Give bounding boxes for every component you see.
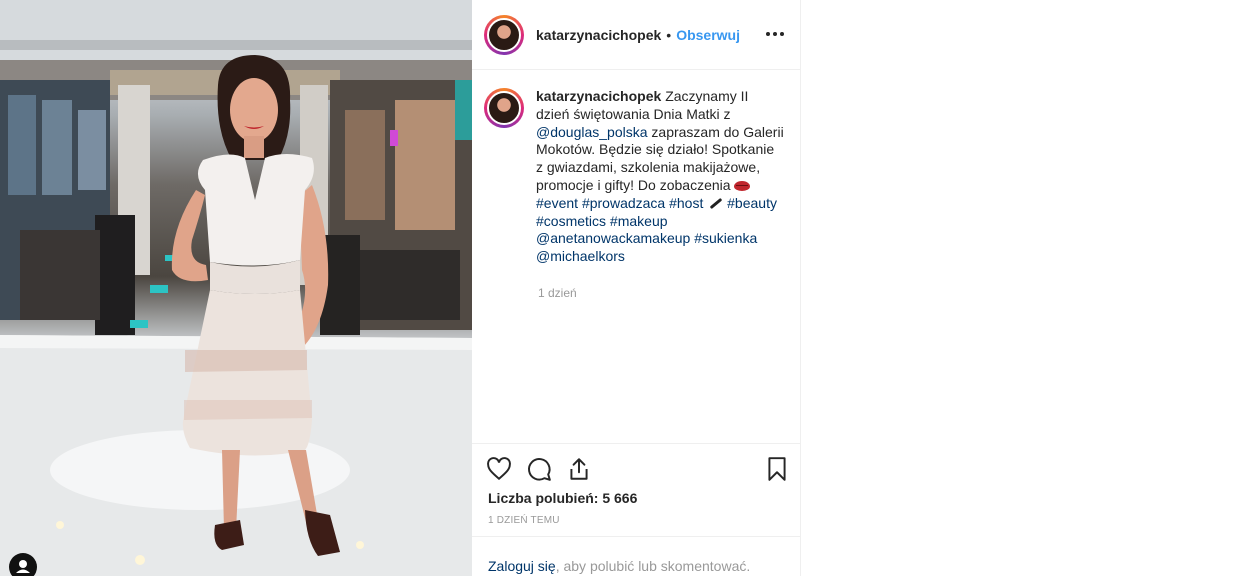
hashtag-link[interactable]: #makeup	[610, 213, 668, 229]
mention-link[interactable]: @anetanowackamakeup	[536, 230, 690, 246]
login-prompt: Zaloguj się, aby polubić lub skomentować…	[472, 536, 800, 578]
heart-icon[interactable]	[486, 456, 512, 482]
follow-button[interactable]: Obserwuj	[676, 27, 740, 43]
post-timestamp[interactable]: 1 DZIEŃ TEMU	[488, 515, 560, 526]
hashtag-link[interactable]: #cosmetics	[536, 213, 606, 229]
share-icon[interactable]	[566, 456, 592, 482]
caption-username[interactable]: katarzynacichopek	[536, 88, 661, 104]
post-photo[interactable]	[0, 0, 472, 576]
login-link[interactable]: Zaloguj się	[488, 558, 556, 574]
caption-time: 1 dzień	[538, 286, 577, 300]
author-username[interactable]: katarzynacichopek	[536, 27, 661, 43]
viewer-avatar-icon[interactable]	[9, 553, 37, 576]
post-side-panel: katarzynacichopek • Obserwuj katarzynaci…	[472, 0, 801, 576]
login-prompt-text: Zaloguj się, aby polubić lub skomentować…	[488, 558, 750, 574]
hashtag-link[interactable]: #prowadzaca	[582, 195, 665, 211]
hashtag-link[interactable]: #host	[669, 195, 703, 211]
comment-icon[interactable]	[526, 456, 552, 482]
caption-author-avatar[interactable]	[484, 88, 524, 128]
separator-dot: •	[666, 26, 672, 43]
user-silhouette-icon	[16, 560, 30, 573]
hashtag-link[interactable]: #beauty	[727, 195, 777, 211]
hashtag-link[interactable]: #sukienka	[694, 230, 757, 246]
caption-text: katarzynacichopek Zaczynamy II dzień świ…	[536, 88, 784, 266]
author-avatar[interactable]	[484, 14, 524, 55]
mention-link[interactable]: @douglas_polska	[536, 124, 648, 140]
lips-emoji-icon	[734, 180, 751, 191]
mention-link[interactable]: @michaelkors	[536, 248, 625, 264]
login-suffix: , aby polubić lub skomentować.	[555, 558, 751, 574]
likes-count[interactable]: Liczba polubień: 5 666	[488, 490, 637, 506]
post-header: katarzynacichopek • Obserwuj	[472, 0, 800, 70]
hashtag-link[interactable]: #event	[536, 195, 578, 211]
post-actions: Liczba polubień: 5 666 1 DZIEŃ TEMU Zalo…	[472, 443, 800, 577]
caption-block: katarzynacichopek Zaczynamy II dzień świ…	[484, 88, 784, 266]
ellipsis-icon[interactable]	[763, 24, 787, 44]
bookmark-icon[interactable]	[764, 456, 790, 482]
post-photo-illustration	[0, 0, 472, 576]
makeup-brush-emoji-icon	[707, 197, 723, 209]
